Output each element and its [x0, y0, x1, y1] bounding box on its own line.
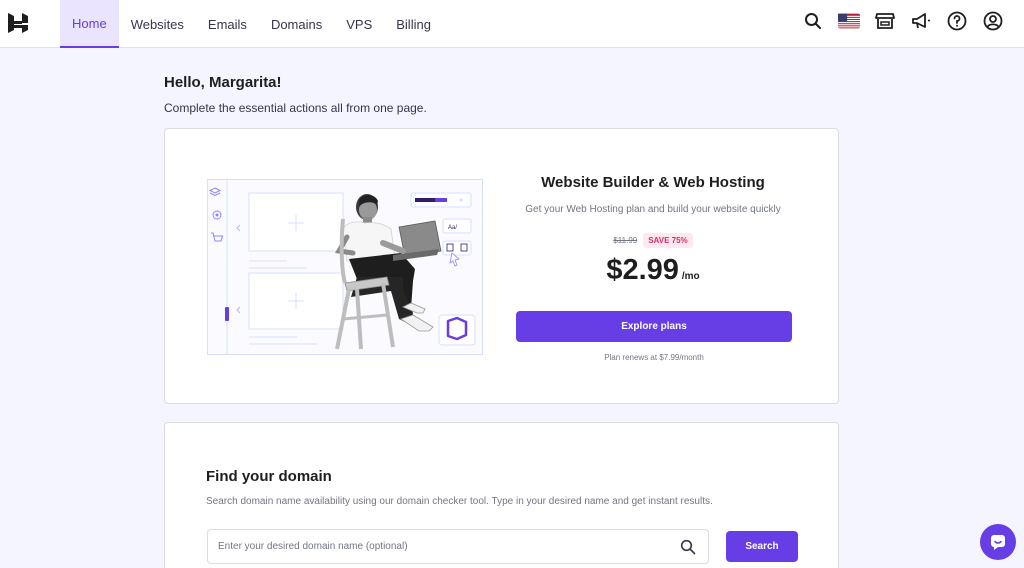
domain-search-button[interactable]: Search — [726, 531, 798, 562]
domain-title: Find your domain — [206, 468, 332, 485]
nav-item-billing[interactable]: Billing — [384, 0, 443, 48]
nav-item-home[interactable]: Home — [60, 0, 119, 48]
megaphone-icon[interactable] — [910, 10, 932, 32]
main-nav: Home Websites Emails Domains VPS Billing — [60, 0, 443, 48]
store-icon[interactable] — [874, 10, 896, 32]
domain-search-card: Find your domain Search domain name avai… — [164, 422, 839, 568]
nav-item-domains[interactable]: Domains — [259, 0, 334, 48]
save-badge: SAVE 75% — [643, 233, 693, 248]
hosting-pitch: Website Builder & Web Hosting Get your W… — [515, 169, 791, 287]
search-icon[interactable] — [802, 10, 824, 32]
top-bar: Home Websites Emails Domains VPS Billing — [0, 0, 1024, 48]
hosting-description: Get your Web Hosting plan and build your… — [525, 204, 781, 215]
nav-item-vps[interactable]: VPS — [334, 0, 384, 48]
website-builder-illustration: Aa/ — [207, 179, 483, 355]
domain-search-input[interactable] — [207, 529, 709, 564]
price-discount-row: $11.99 SAVE 75% — [515, 233, 791, 248]
price-display: $2.99 /mo — [515, 254, 791, 287]
renewal-note: Plan renews at $7.99/month — [604, 353, 704, 362]
page-subtitle: Complete the essential actions all from … — [164, 101, 427, 115]
domain-description: Search domain name availability using ou… — [206, 496, 713, 507]
price: $2.99 — [606, 254, 679, 286]
nav-item-websites[interactable]: Websites — [119, 0, 196, 48]
hostinger-logo-icon[interactable] — [7, 12, 29, 34]
account-icon[interactable] — [982, 10, 1004, 32]
chat-icon[interactable] — [980, 524, 1016, 560]
nav-item-emails[interactable]: Emails — [196, 0, 259, 48]
help-icon[interactable] — [946, 10, 968, 32]
hosting-title: Website Builder & Web Hosting — [541, 174, 765, 191]
us-flag-icon[interactable] — [838, 10, 860, 32]
illustration-label: Aa/ — [448, 225, 457, 231]
price-period: /mo — [681, 271, 700, 282]
hosting-card: Aa/ Website Builder & Web Hosting Get yo… — [164, 128, 839, 404]
header-actions — [802, 10, 1004, 32]
search-icon[interactable] — [677, 536, 699, 558]
old-price: $11.99 — [613, 236, 638, 245]
page-greeting: Hello, Margarita! — [164, 74, 282, 91]
explore-plans-button[interactable]: Explore plans — [516, 311, 792, 342]
